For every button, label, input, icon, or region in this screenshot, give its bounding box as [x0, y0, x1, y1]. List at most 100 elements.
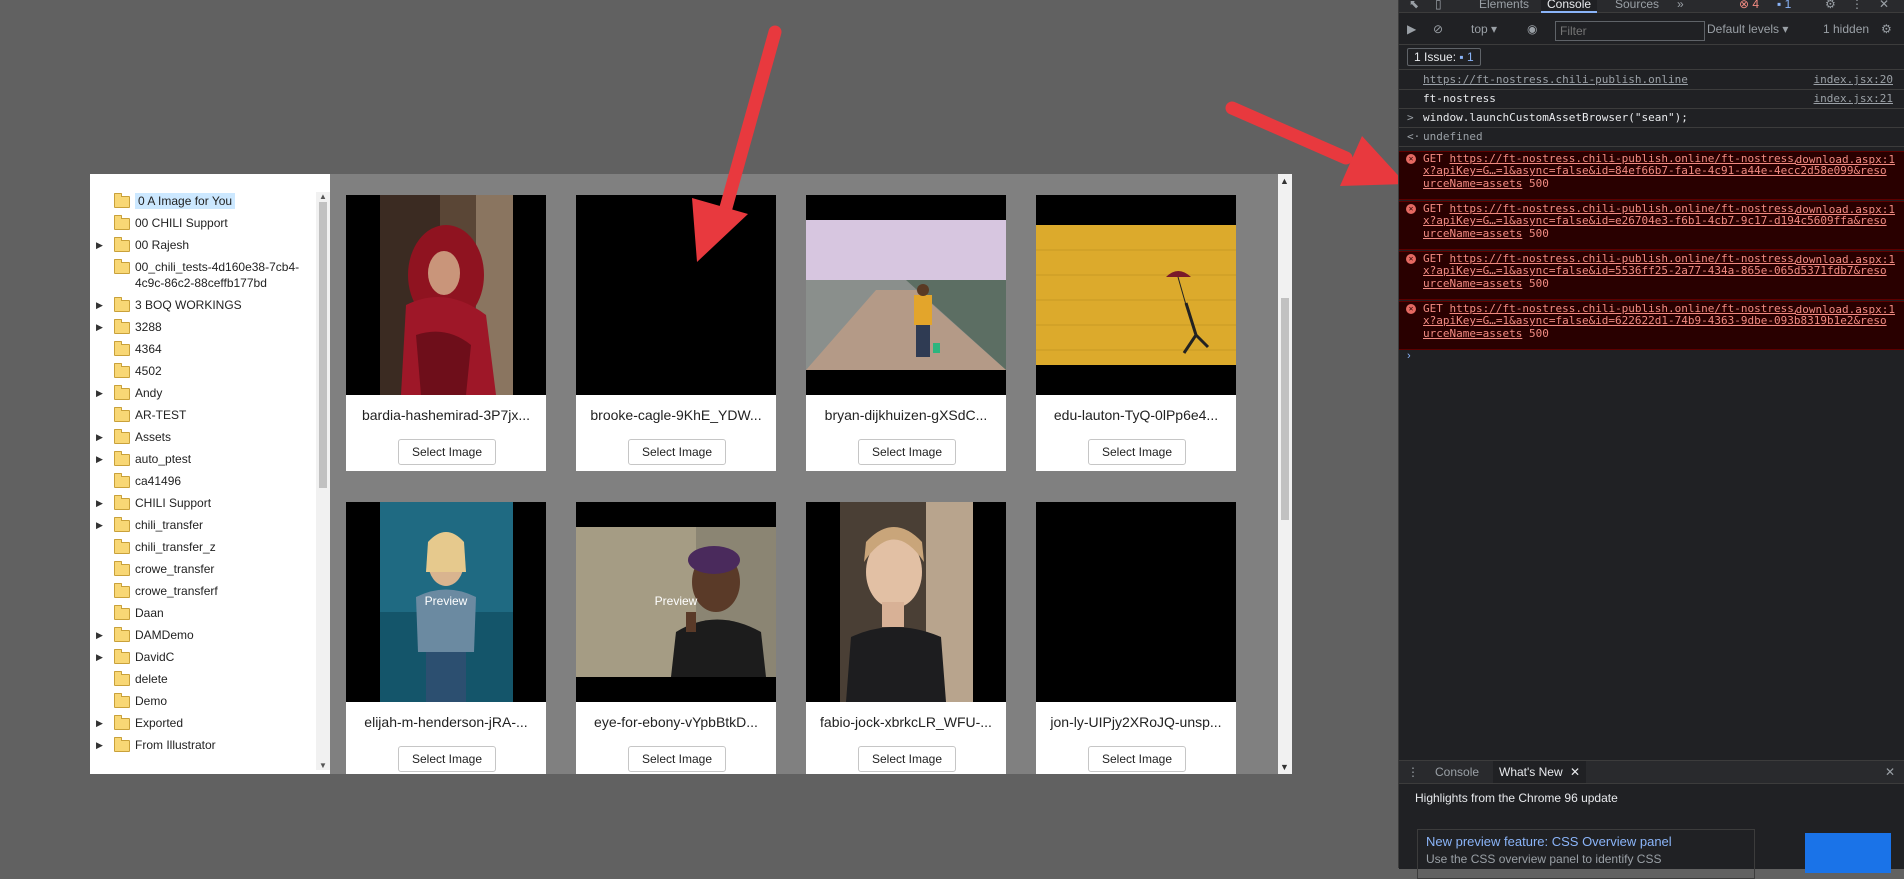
- expand-arrow-icon[interactable]: ▶: [96, 495, 106, 511]
- sidebar-toggle-icon[interactable]: ▶: [1407, 22, 1416, 36]
- folder-item[interactable]: 4502: [90, 360, 312, 382]
- select-image-button[interactable]: Select Image: [858, 439, 956, 465]
- folder-item[interactable]: ca41496: [90, 470, 312, 492]
- folder-item[interactable]: ▶ 00 Rajesh: [90, 234, 312, 256]
- folder-item[interactable]: ▶ auto_ptest: [90, 448, 312, 470]
- inspect-icon[interactable]: ⬉: [1409, 0, 1419, 11]
- scroll-down-icon[interactable]: ▼: [1280, 762, 1289, 772]
- image-grid-scrollbar[interactable]: ▲ ▼: [1278, 174, 1292, 774]
- folder-item[interactable]: chili_transfer_z: [90, 536, 312, 558]
- expand-arrow-icon[interactable]: ▶: [96, 517, 106, 533]
- select-image-button[interactable]: Select Image: [628, 746, 726, 772]
- more-tabs-icon[interactable]: »: [1677, 0, 1684, 11]
- error-source-link[interactable]: download.aspx:1: [1795, 153, 1895, 166]
- console-settings-icon[interactable]: ⚙: [1881, 22, 1892, 36]
- feature-card[interactable]: New preview feature: CSS Overview panel …: [1417, 829, 1755, 879]
- folder-item[interactable]: 4364: [90, 338, 312, 360]
- image-thumbnail-broken[interactable]: [576, 195, 776, 395]
- folder-item[interactable]: ▶ DAMDemo: [90, 624, 312, 646]
- select-image-button[interactable]: Select Image: [398, 746, 496, 772]
- more-options-icon[interactable]: ⋮: [1851, 0, 1863, 11]
- drawer-menu-icon[interactable]: ⋮: [1407, 765, 1419, 779]
- expand-arrow-icon[interactable]: ▶: [96, 715, 106, 731]
- folder-tree-scrollbar[interactable]: ▲ ▼: [316, 192, 330, 770]
- image-thumbnail[interactable]: [1036, 195, 1236, 395]
- error-count-badge[interactable]: ⊗ 4: [1739, 0, 1759, 11]
- folder-item[interactable]: 00_chili_tests-4d160e38-7cb4-4c9c-86c2-8…: [90, 256, 312, 294]
- folder-item[interactable]: ▶ From Illustrator: [90, 734, 312, 756]
- folder-item[interactable]: 0 A Image for You: [90, 190, 312, 212]
- close-drawer-icon[interactable]: ✕: [1885, 765, 1895, 779]
- expand-arrow-icon[interactable]: ▶: [96, 385, 106, 401]
- folder-item[interactable]: ▶ Andy: [90, 382, 312, 404]
- expand-arrow-icon[interactable]: ▶: [96, 627, 106, 643]
- scrollbar-thumb[interactable]: [319, 202, 327, 488]
- expand-arrow-icon[interactable]: ▶: [96, 237, 106, 253]
- folder-label: delete: [135, 672, 168, 686]
- scroll-up-icon[interactable]: ▲: [319, 192, 327, 201]
- image-thumbnail[interactable]: Preview: [576, 502, 776, 702]
- tab-sources[interactable]: Sources: [1615, 0, 1659, 11]
- log-link[interactable]: https://ft-nostress.chili-publish.online: [1423, 73, 1688, 86]
- info-count-badge[interactable]: ▪ 1: [1777, 0, 1791, 11]
- preview-label[interactable]: Preview: [346, 594, 546, 608]
- select-image-button[interactable]: Select Image: [398, 439, 496, 465]
- folder-item[interactable]: ▶ CHILI Support: [90, 492, 312, 514]
- expand-arrow-icon[interactable]: ▶: [96, 649, 106, 665]
- expand-arrow-icon[interactable]: ▶: [96, 319, 106, 335]
- expand-arrow-icon[interactable]: ▶: [96, 297, 106, 313]
- select-image-button[interactable]: Select Image: [1088, 746, 1186, 772]
- error-source-link[interactable]: download.aspx:1: [1795, 203, 1895, 216]
- image-thumbnail[interactable]: [346, 195, 546, 395]
- error-source-link[interactable]: download.aspx:1: [1795, 253, 1895, 266]
- folder-item[interactable]: ▶ 3288: [90, 316, 312, 338]
- drawer-tab-console[interactable]: Console: [1435, 765, 1479, 779]
- folder-item[interactable]: crowe_transferf: [90, 580, 312, 602]
- folder-item[interactable]: AR-TEST: [90, 404, 312, 426]
- folder-item[interactable]: ▶ 3 BOQ WORKINGS: [90, 294, 312, 316]
- log-source-link[interactable]: index.jsx:20: [1814, 73, 1893, 86]
- expand-arrow-icon[interactable]: ▶: [96, 429, 106, 445]
- close-devtools-icon[interactable]: ✕: [1879, 0, 1889, 11]
- folder-item[interactable]: ▶ DavidC: [90, 646, 312, 668]
- folder-item[interactable]: ▶ Assets: [90, 426, 312, 448]
- tab-elements[interactable]: Elements: [1479, 0, 1529, 11]
- folder-item[interactable]: ▶ Exported: [90, 712, 312, 734]
- filter-input[interactable]: [1555, 21, 1705, 41]
- folder-item[interactable]: Daan: [90, 602, 312, 624]
- folder-item[interactable]: Demo: [90, 690, 312, 712]
- expand-arrow-icon[interactable]: ▶: [96, 737, 106, 753]
- feature-title-link[interactable]: New preview feature: CSS Overview panel: [1426, 834, 1672, 849]
- image-thumbnail-broken[interactable]: [1036, 502, 1236, 702]
- scroll-down-icon[interactable]: ▼: [319, 761, 327, 770]
- scrollbar-thumb[interactable]: [1281, 298, 1289, 520]
- console-prompt-icon[interactable]: ›: [1407, 350, 1411, 362]
- tab-console[interactable]: Console: [1541, 0, 1598, 13]
- folder-item[interactable]: ▶ chili_transfer: [90, 514, 312, 536]
- clear-console-icon[interactable]: ⊘: [1433, 22, 1443, 36]
- drawer-tabbar: ⋮ Console What's New ✕ ✕: [1399, 761, 1904, 784]
- image-thumbnail[interactable]: [806, 502, 1006, 702]
- error-source-link[interactable]: download.aspx:1: [1795, 303, 1895, 316]
- expand-arrow-icon[interactable]: ▶: [96, 451, 106, 467]
- drawer-tab-whats-new[interactable]: What's New ✕: [1493, 761, 1587, 783]
- folder-item[interactable]: delete: [90, 668, 312, 690]
- folder-list: 0 A Image for You 00 CHILI Support ▶ 00 Raj…: [90, 190, 312, 756]
- preview-label[interactable]: Preview: [576, 594, 776, 608]
- select-image-button[interactable]: Select Image: [1088, 439, 1186, 465]
- select-image-button[interactable]: Select Image: [858, 746, 956, 772]
- image-thumbnail[interactable]: Preview: [346, 502, 546, 702]
- issues-button[interactable]: 1 Issue: ▪ 1: [1407, 48, 1481, 66]
- log-source-link[interactable]: index.jsx:21: [1814, 92, 1893, 105]
- folder-item[interactable]: 00 CHILI Support: [90, 212, 312, 234]
- context-selector[interactable]: top ▾: [1471, 22, 1497, 36]
- scroll-up-icon[interactable]: ▲: [1280, 176, 1289, 186]
- select-image-button[interactable]: Select Image: [628, 439, 726, 465]
- live-expression-eye-icon[interactable]: ◉: [1527, 22, 1537, 36]
- close-tab-icon[interactable]: ✕: [1570, 765, 1580, 779]
- device-toggle-icon[interactable]: ▯: [1435, 0, 1442, 11]
- log-levels-dropdown[interactable]: Default levels ▾: [1707, 22, 1788, 36]
- image-thumbnail[interactable]: [806, 195, 1006, 395]
- settings-gear-icon[interactable]: ⚙: [1825, 0, 1836, 11]
- folder-item[interactable]: crowe_transfer: [90, 558, 312, 580]
